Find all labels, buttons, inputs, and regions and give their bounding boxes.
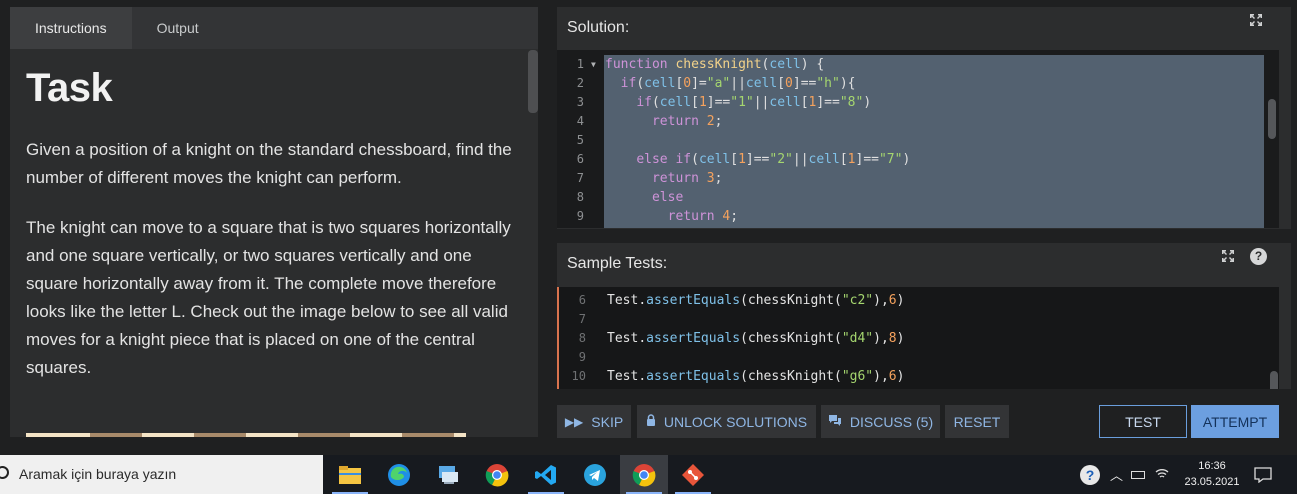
sample-tests-panel: Sample Tests: ? 6 Test.assertEquals(chess… xyxy=(557,243,1291,389)
code-line: Test.assertEquals(chessKnight("c2"),6) xyxy=(607,293,905,308)
edge-browser-icon[interactable] xyxy=(375,455,423,494)
line-number: 7 xyxy=(578,312,586,326)
instructions-panel: Instructions Output Task Given a positio… xyxy=(10,7,538,437)
fullscreen-icon[interactable] xyxy=(1221,249,1235,267)
code-line: if(cell[1]=="1"||cell[1]=="8") xyxy=(636,95,872,110)
instructions-scrollbar[interactable] xyxy=(528,50,538,113)
tab-output[interactable]: Output xyxy=(132,7,224,49)
solution-title: Solution: xyxy=(567,19,630,36)
line-number: 9 xyxy=(578,350,586,364)
chrome-active-icon[interactable] xyxy=(620,455,668,494)
line-number: 4 xyxy=(576,114,584,128)
search-placeholder: Aramak için buraya yazın xyxy=(19,466,177,482)
clock-date: 23.05.2021 xyxy=(1184,476,1240,488)
code-line: return 2; xyxy=(651,114,723,129)
line-number: 6 xyxy=(576,152,584,166)
tests-scrollbar[interactable] xyxy=(1270,371,1278,389)
instructions-content: Task Given a position of a knight on the… xyxy=(10,49,538,437)
help-icon[interactable]: ? xyxy=(1250,248,1267,265)
sample-tests-title: Sample Tests: xyxy=(567,255,668,272)
solution-editor[interactable]: 1 ▼ function chessKnight(cell) { 2 if(cell… xyxy=(557,50,1279,228)
line-number: 7 xyxy=(576,171,584,185)
wifi-icon[interactable] xyxy=(1155,467,1169,482)
git-gui-icon[interactable] xyxy=(669,455,717,494)
notifications-icon[interactable] xyxy=(1254,455,1272,494)
editor-scrollbar[interactable] xyxy=(1268,99,1276,139)
taskbar: Aramak için buraya yazın ? ︿ 16:36 23.05… xyxy=(0,455,1297,494)
code-line: return 3; xyxy=(651,171,723,186)
task-title: Task xyxy=(26,66,113,110)
attempt-button[interactable]: ATTEMPT xyxy=(1191,405,1279,438)
system-tray: ? ︿ xyxy=(1080,455,1169,494)
sample-tests-editor[interactable]: 6 Test.assertEquals(chessKnight("c2"),6) … xyxy=(557,287,1279,389)
code-line: else xyxy=(651,190,684,205)
skip-button[interactable]: ▶▶ SKIP xyxy=(557,405,631,438)
system-clock[interactable]: 16:36 23.05.2021 xyxy=(1182,458,1242,490)
reset-button[interactable]: RESET xyxy=(945,405,1009,438)
unlock-solutions-button[interactable]: UNLOCK SOLUTIONS xyxy=(637,405,816,438)
line-number: 8 xyxy=(578,331,586,345)
fold-arrow-icon[interactable]: ▼ xyxy=(591,55,596,74)
remote-desktop-icon[interactable] xyxy=(424,455,472,494)
tab-bar: Instructions Output xyxy=(10,7,538,49)
line-number: 2 xyxy=(576,76,584,90)
fullscreen-icon[interactable] xyxy=(1249,13,1263,31)
code-line: Test.assertEquals(chessKnight("d4"),8) xyxy=(607,331,905,346)
fast-forward-icon: ▶▶ xyxy=(564,414,584,429)
chessboard-image xyxy=(26,433,466,437)
help-tray-icon[interactable]: ? xyxy=(1080,464,1100,485)
file-explorer-icon[interactable] xyxy=(326,455,374,494)
code-line: Test.assertEquals(chessKnight("g6"),6) xyxy=(607,369,905,384)
comments-icon xyxy=(828,414,842,429)
vscode-icon[interactable] xyxy=(522,455,570,494)
chevron-up-icon[interactable]: ︿ xyxy=(1110,465,1123,484)
chrome-browser-icon[interactable] xyxy=(473,455,521,494)
app-root: Instructions Output Task Given a positio… xyxy=(0,0,1297,494)
code-line: if(cell[0]="a"||cell[0]=="h"){ xyxy=(620,76,856,91)
line-number: 3 xyxy=(576,95,584,109)
discuss-button[interactable]: DISCUSS (5) xyxy=(821,405,940,438)
search-icon xyxy=(0,466,9,479)
taskbar-search[interactable]: Aramak için buraya yazın xyxy=(0,455,323,494)
line-number: 8 xyxy=(576,190,584,204)
line-number: 10 xyxy=(571,369,586,383)
tab-instructions[interactable]: Instructions xyxy=(10,7,132,49)
code-line: else if(cell[1]=="2"||cell[1]=="7") xyxy=(636,152,911,167)
line-number: 1 xyxy=(576,57,584,71)
telegram-icon[interactable] xyxy=(571,455,619,494)
solution-panel: Solution: 1 ▼ function chessKnight(cell) {… xyxy=(557,7,1291,229)
lock-icon xyxy=(646,414,656,429)
line-number: 9 xyxy=(576,209,584,223)
task-paragraph: The knight can move to a square that is … xyxy=(26,218,511,377)
clock-time: 16:36 xyxy=(1198,460,1226,472)
line-number: 5 xyxy=(576,133,584,147)
task-paragraph: Given a position of a knight on the stan… xyxy=(26,140,512,187)
battery-icon[interactable] xyxy=(1131,470,1146,479)
code-line: return 4; xyxy=(667,209,739,224)
code-line: function chessKnight(cell) { xyxy=(605,57,825,72)
line-number: 6 xyxy=(578,293,586,307)
test-button[interactable]: TEST xyxy=(1099,405,1187,438)
